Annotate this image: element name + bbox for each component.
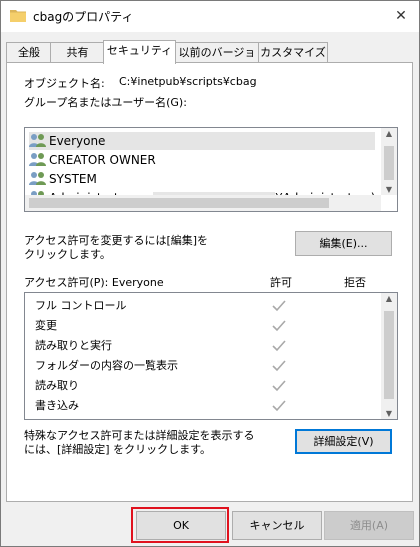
permission-name: 読み取りと実行 <box>35 339 112 352</box>
user-name: SYSTEM <box>49 172 97 186</box>
list-item[interactable]: SYSTEM <box>29 170 97 188</box>
scroll-down-icon[interactable]: ▼ <box>381 409 397 418</box>
permission-row: 書き込み <box>35 396 79 416</box>
scroll-thumb[interactable] <box>384 311 394 399</box>
list-item[interactable]: Everyone <box>29 132 375 150</box>
users-group-icon <box>29 172 46 185</box>
user-name: CREATOR OWNER <box>49 153 156 167</box>
allow-check-icon <box>272 360 286 372</box>
permissions-list[interactable]: フル コントロール 変更 読み取りと実行 フォルダーの内容の一覧表示 読み取り … <box>24 292 398 420</box>
scroll-thumb[interactable] <box>29 198 329 208</box>
security-panel: オブジェクト名: C:¥inetpub¥scripts¥cbag グループ名また… <box>6 62 413 502</box>
allow-check-icon <box>272 300 286 312</box>
user-name: Everyone <box>49 134 106 148</box>
permissions-label: アクセス許可(P): Everyone <box>24 276 164 289</box>
users-horizontal-scrollbar[interactable] <box>25 195 381 211</box>
apply-button[interactable]: 適用(A) <box>324 511 414 540</box>
allow-check-icon <box>272 380 286 392</box>
close-button[interactable]: ✕ <box>389 5 413 27</box>
deny-column-header: 拒否 <box>344 276 366 289</box>
advanced-note: 特殊なアクセス許可または詳細設定を表示する には、[詳細設定] をクリックします… <box>24 429 255 456</box>
permission-name: フォルダーの内容の一覧表示 <box>35 359 178 372</box>
scroll-thumb[interactable] <box>384 146 394 180</box>
change-permission-note: アクセス許可を変更するには[編集]を クリックします。 <box>24 234 209 261</box>
permission-row: 読み取り <box>35 376 79 396</box>
object-name-label: オブジェクト名: <box>24 77 105 90</box>
permission-name: 変更 <box>35 319 57 332</box>
permissions-vertical-scrollbar[interactable]: ▲ ▼ <box>381 293 397 419</box>
allow-check-icon <box>272 320 286 332</box>
permission-row: 変更 <box>35 316 57 336</box>
tab-previous-versions[interactable]: 以前のバージョン <box>174 42 260 78</box>
title-bar: cbagのプロパティ ✕ <box>1 1 419 32</box>
object-name-value: C:¥inetpub¥scripts¥cbag <box>119 75 257 88</box>
edit-button[interactable]: 編集(E)... <box>295 231 392 256</box>
permission-row: フォルダーの内容の一覧表示 <box>35 356 178 376</box>
advanced-button[interactable]: 詳細設定(V) <box>295 429 392 454</box>
permission-name: 読み取り <box>35 379 79 392</box>
users-vertical-scrollbar[interactable]: ▲ ▼ <box>381 128 397 195</box>
tab-general[interactable]: 全般 <box>6 42 52 63</box>
permission-row: フル コントロール <box>35 296 127 316</box>
scroll-up-icon[interactable]: ▲ <box>381 294 397 303</box>
allow-check-icon <box>272 340 286 352</box>
window-title: cbagのプロパティ <box>33 10 134 24</box>
permission-name: 書き込み <box>35 399 79 412</box>
tab-customize[interactable]: カスタマイズ <box>258 42 328 63</box>
users-group-icon <box>29 134 46 147</box>
scroll-down-icon[interactable]: ▼ <box>381 185 397 194</box>
allow-column-header: 許可 <box>270 276 292 289</box>
allow-check-icon <box>272 400 286 412</box>
permission-name: フル コントロール <box>35 299 127 312</box>
list-item[interactable]: CREATOR OWNER <box>29 151 156 169</box>
highlight-box <box>131 507 229 543</box>
tab-security[interactable]: セキュリティ <box>103 40 176 64</box>
cancel-button[interactable]: キャンセル <box>232 511 322 540</box>
properties-dialog: cbagのプロパティ ✕ 全般 共有 セキュリティ 以前のバージョン カスタマイ… <box>0 0 420 547</box>
permission-row: 読み取りと実行 <box>35 336 112 356</box>
scroll-up-icon[interactable]: ▲ <box>381 129 397 138</box>
users-list[interactable]: Everyone CREATOR OWNER SYSTEM Administra… <box>24 127 398 212</box>
tab-sharing[interactable]: 共有 <box>50 42 105 63</box>
users-group-icon <box>29 153 46 166</box>
users-label: グループ名またはユーザー名(G): <box>24 96 187 109</box>
folder-icon <box>10 10 26 22</box>
